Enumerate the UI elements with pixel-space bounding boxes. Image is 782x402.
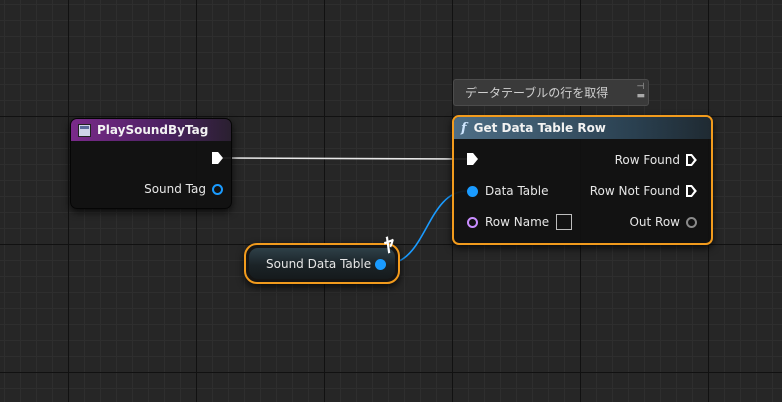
row-found-exec-pin[interactable]	[686, 154, 697, 166]
drag-cursor-icon: ﾔ	[384, 233, 394, 257]
sound-tag-pin-row[interactable]: Sound Tag	[144, 182, 223, 196]
variable-label: Sound Data Table	[266, 257, 372, 271]
get-data-table-row-node[interactable]: f Get Data Table Row Data Table Row Name…	[452, 115, 713, 245]
row-found-pin-row[interactable]: Row Found	[615, 153, 697, 167]
exec-out-pin[interactable]	[212, 152, 223, 164]
variable-pin-row[interactable]: Sound Data Table	[266, 257, 387, 271]
exec-in-pin-row[interactable]	[467, 153, 478, 165]
node-comment-text: データテーブルの行を取得	[465, 86, 609, 100]
out-row-pin-row[interactable]: Out Row	[629, 215, 697, 229]
data-table-pin[interactable]	[467, 185, 478, 197]
pin-label: Row Found	[614, 153, 680, 167]
sound-tag-pin[interactable]	[212, 183, 223, 195]
node-title: PlaySoundByTag	[97, 123, 209, 137]
sound-data-table-variable-node[interactable]: Sound Data Table	[244, 243, 400, 284]
pin-label: Data Table	[485, 184, 549, 198]
pin-icon[interactable]: ⊣ ▬	[636, 83, 645, 101]
node-comment-bubble[interactable]: データテーブルの行を取得 ⊣ ▬	[453, 79, 649, 106]
exec-in-pin[interactable]	[467, 153, 478, 165]
out-row-pin[interactable]	[686, 216, 697, 228]
row-not-found-exec-pin[interactable]	[686, 185, 697, 197]
row-not-found-pin-row[interactable]: Row Not Found	[590, 184, 697, 198]
pin-label: Sound Tag	[144, 182, 206, 196]
row-name-input[interactable]	[556, 214, 573, 230]
node-title: Get Data Table Row	[473, 121, 606, 135]
play-sound-by-tag-node[interactable]: PlaySoundByTag Sound Tag	[70, 118, 232, 209]
event-node-icon	[78, 123, 91, 137]
pin-label: Row Name	[485, 215, 550, 229]
data-table-pin-row[interactable]: Data Table	[467, 184, 549, 198]
variable-node-body[interactable]: Sound Data Table	[249, 248, 395, 279]
row-name-pin-row[interactable]: Row Name	[467, 214, 573, 230]
function-f-icon: f	[461, 120, 467, 136]
node-header[interactable]: PlaySoundByTag	[71, 119, 231, 141]
pin-label: Out Row	[629, 215, 680, 229]
exec-out-pin-row[interactable]	[212, 152, 223, 164]
node-header[interactable]: f Get Data Table Row	[454, 117, 711, 139]
variable-out-pin[interactable]	[375, 258, 387, 270]
pin-label: Row Not Found	[589, 184, 680, 198]
row-name-pin[interactable]	[467, 216, 478, 228]
